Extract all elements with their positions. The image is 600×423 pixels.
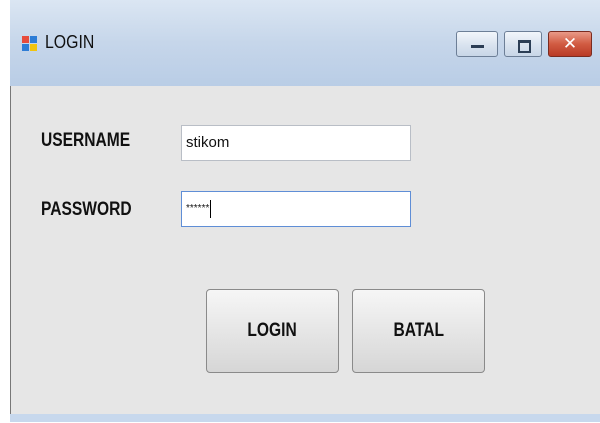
maximize-icon (518, 40, 531, 53)
login-button[interactable]: LOGIN (206, 289, 339, 373)
text-caret (210, 200, 212, 219)
title-bar[interactable]: LOGIN ✕ (10, 0, 600, 86)
username-field[interactable]: stikom (181, 125, 411, 161)
window-bottom-border (10, 414, 600, 422)
close-button[interactable]: ✕ (548, 31, 592, 57)
minimize-icon (471, 45, 484, 48)
close-icon: ✕ (562, 34, 578, 54)
cancel-button-label: BATAL (393, 320, 444, 341)
login-window: LOGIN ✕ USERNAME stikom PASSWORD ****** … (10, 0, 600, 422)
minimize-button[interactable] (456, 31, 498, 57)
app-form-icon (22, 36, 38, 52)
password-value: ****** (186, 203, 210, 215)
login-button-label: LOGIN (247, 320, 298, 341)
username-value: stikom (186, 134, 230, 151)
window-title: LOGIN (45, 32, 95, 52)
maximize-button[interactable] (504, 31, 542, 57)
username-label: USERNAME (41, 130, 131, 151)
form-client-area: USERNAME stikom PASSWORD ****** LOGIN BA… (10, 86, 600, 414)
cancel-button[interactable]: BATAL (352, 289, 485, 373)
password-label: PASSWORD (41, 199, 132, 220)
password-field[interactable]: ****** (181, 191, 411, 227)
